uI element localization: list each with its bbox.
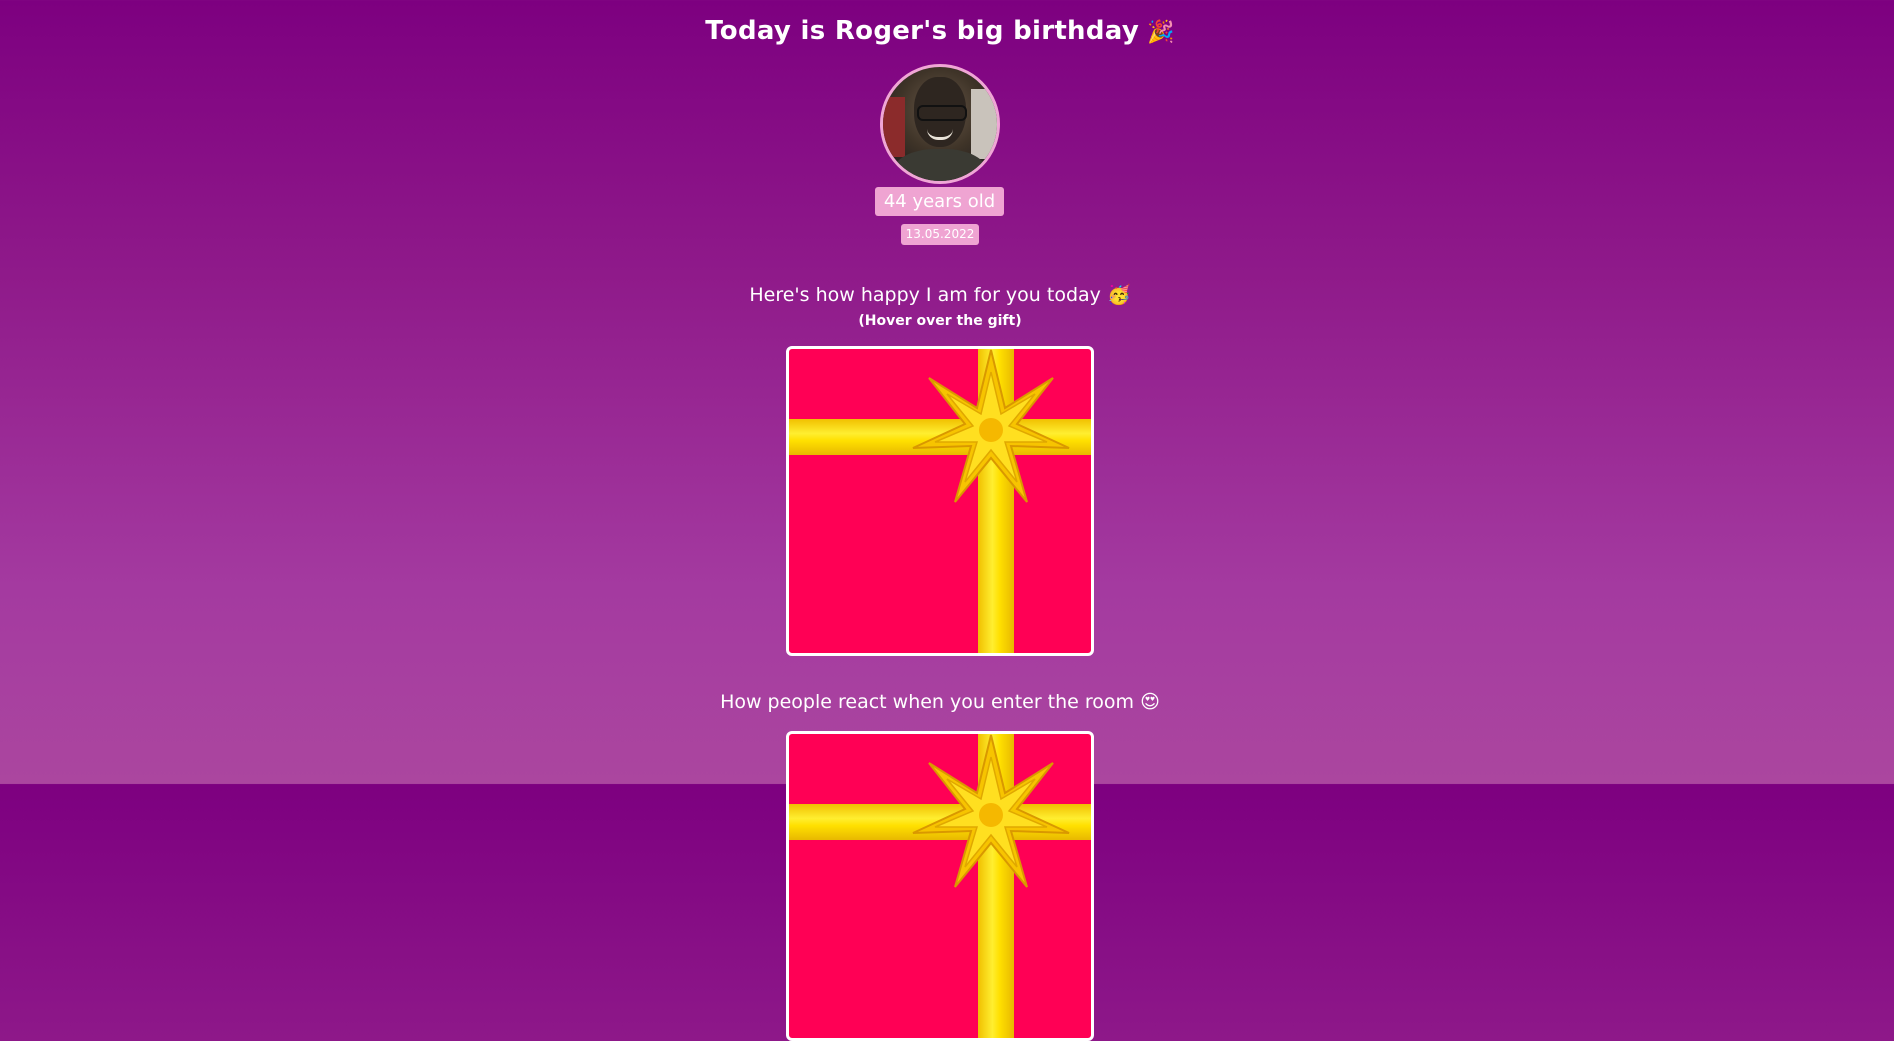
gift-heading: Here's how happy I am for you today 🥳	[0, 283, 1880, 306]
heart-eyes-emoji: 😍	[1140, 691, 1160, 713]
reaction-heading-text: How people react when you enter the room	[720, 691, 1135, 713]
partying-face-emoji: 🥳	[1106, 284, 1131, 306]
title-text: Today is Roger's big birthday	[705, 16, 1140, 46]
gift-box[interactable]	[786, 346, 1094, 656]
reaction-heading: How people react when you enter the room…	[0, 691, 1880, 713]
avatar	[880, 64, 1000, 184]
age-badge: 44 years old	[875, 187, 1004, 216]
birthday-page: Today is Roger's big birthday 🎉 44 years …	[0, 0, 1880, 1041]
page-title: Today is Roger's big birthday 🎉	[0, 16, 1880, 46]
gift-heading-text: Here's how happy I am for you today	[749, 284, 1101, 306]
party-popper-emoji: 🎉	[1147, 20, 1175, 45]
gift-box-2[interactable]	[786, 731, 1094, 1041]
date-badge: 13.05.2022	[901, 224, 979, 245]
bow-icon	[912, 734, 1070, 888]
bow-icon	[912, 349, 1070, 503]
hover-hint: (Hover over the gift)	[858, 313, 1022, 329]
